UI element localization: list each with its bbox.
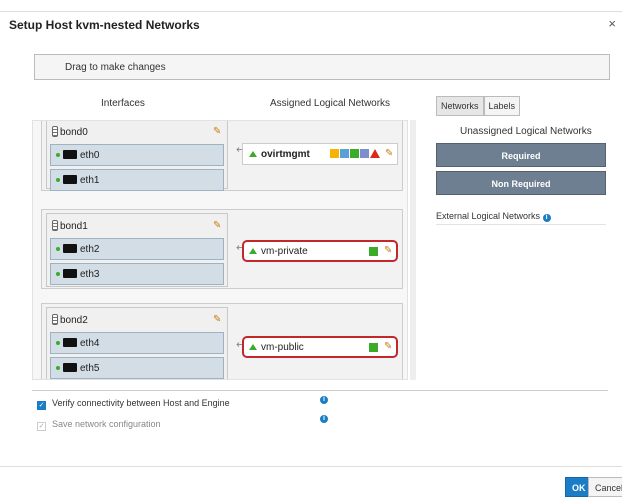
- nic-eth0[interactable]: eth0: [50, 144, 224, 166]
- nic-name: eth3: [80, 269, 100, 280]
- bond-bond2[interactable]: bond2 ✎ eth4 eth5: [46, 307, 228, 379]
- bond-bond0[interactable]: bond0 ✎ eth0 eth1: [46, 121, 228, 191]
- nic-eth5[interactable]: eth5: [50, 357, 224, 379]
- nic-name: eth5: [80, 363, 100, 374]
- migration-icon: [350, 149, 359, 158]
- link-up-icon: [56, 178, 60, 182]
- bond-header: bond1 ✎: [47, 214, 227, 238]
- network-name: vm-private: [261, 246, 308, 257]
- vm-icon: [369, 247, 378, 256]
- assigned-networks-header: Assigned Logical Networks: [270, 98, 391, 109]
- network-role-icons: [368, 343, 378, 352]
- external-networks-label: External Logical Networks: [436, 211, 541, 221]
- display-icon: [340, 149, 349, 158]
- bond-header: bond0 ✎: [47, 121, 227, 144]
- interface-group-bond0: bond0 ✎ eth0 eth1 ⟷ ovirtmgmt ✎: [41, 121, 403, 191]
- nic-port-icon: [63, 269, 77, 278]
- nic-port-icon: [63, 150, 77, 159]
- nic-eth1[interactable]: eth1: [50, 169, 224, 191]
- network-name: vm-public: [261, 342, 304, 353]
- interface-group-bond1: bond1 ✎ eth2 eth3 ⟷ vm-private ✎: [41, 209, 403, 289]
- nic-eth2[interactable]: eth2: [50, 238, 224, 260]
- bond-bond1[interactable]: bond1 ✎ eth2 eth3: [46, 213, 228, 287]
- nic-port-icon: [63, 338, 77, 347]
- interfaces-header: Interfaces: [101, 98, 145, 109]
- nic-port-icon: [63, 175, 77, 184]
- options-separator: [32, 390, 608, 391]
- gluster-icon: [360, 149, 369, 158]
- link-up-icon: [56, 366, 60, 370]
- vertical-scrollbar[interactable]: [410, 120, 416, 380]
- network-up-icon: [249, 151, 257, 157]
- nic-eth3[interactable]: eth3: [50, 263, 224, 285]
- edit-network-pencil-icon[interactable]: ✎: [385, 148, 393, 159]
- edit-network-pencil-icon[interactable]: ✎: [384, 341, 392, 352]
- bond-name: bond2: [60, 315, 88, 326]
- required-networks-bar[interactable]: Required: [436, 143, 606, 167]
- link-up-icon: [56, 153, 60, 157]
- nic-name: eth1: [80, 175, 100, 186]
- interface-group-bond2: bond2 ✎ eth4 eth5 ⟷ vm-public ✎: [41, 303, 403, 379]
- cancel-button[interactable]: Cancel: [588, 477, 622, 497]
- drag-hint-box: Drag to make changes: [34, 54, 610, 80]
- bond-header: bond2 ✎: [47, 308, 227, 332]
- network-name: ovirtmgmt: [261, 149, 310, 160]
- interfaces-scroll-area[interactable]: bond0 ✎ eth0 eth1 ⟷ ovirtmgmt ✎ bond1 ✎: [32, 120, 408, 380]
- right-panel-tabs: Networks Labels: [436, 96, 521, 116]
- nic-eth4[interactable]: eth4: [50, 332, 224, 354]
- network-role-icons: [368, 247, 378, 256]
- save-config-option: ✓ Save network configuration: [37, 419, 161, 431]
- dialog-title: Setup Host kvm-nested Networks: [9, 18, 200, 32]
- tab-labels[interactable]: Labels: [483, 96, 521, 116]
- bond-icon: [52, 126, 58, 137]
- bond-name: bond0: [60, 127, 88, 138]
- bond-icon: [52, 220, 58, 231]
- nic-port-icon: [63, 363, 77, 372]
- verify-info-icon[interactable]: i: [320, 396, 328, 404]
- vm-icon: [369, 343, 378, 352]
- edit-bond-pencil-icon[interactable]: ✎: [213, 314, 221, 325]
- warning-icon: [370, 149, 380, 158]
- save-config-checkbox: ✓: [37, 422, 46, 431]
- non-required-networks-bar[interactable]: Non Required: [436, 171, 606, 195]
- external-networks-title: External Logical Networks i: [436, 211, 551, 222]
- verify-connectivity-label: Verify connectivity between Host and Eng…: [52, 398, 230, 408]
- link-up-icon: [56, 272, 60, 276]
- close-icon[interactable]: ×: [608, 16, 616, 31]
- info-icon[interactable]: i: [542, 214, 551, 222]
- footer-divider: [0, 466, 622, 467]
- verify-connectivity-option[interactable]: ✓ Verify connectivity between Host and En…: [37, 398, 230, 410]
- verify-connectivity-checkbox[interactable]: ✓: [37, 401, 46, 410]
- network-role-icons: [329, 149, 380, 158]
- save-info-icon[interactable]: i: [320, 415, 328, 423]
- vm-icon: [330, 149, 339, 158]
- nic-port-icon: [63, 244, 77, 253]
- network-up-icon: [249, 248, 257, 254]
- network-ovirtmgmt[interactable]: ovirtmgmt ✎: [242, 143, 398, 165]
- save-config-label: Save network configuration: [52, 419, 161, 429]
- nic-name: eth0: [80, 150, 100, 161]
- network-vm-private[interactable]: vm-private ✎: [242, 240, 398, 262]
- network-vm-public[interactable]: vm-public ✎: [242, 336, 398, 358]
- bond-name: bond1: [60, 221, 88, 232]
- dialog-top-border: [0, 11, 622, 12]
- setup-networks-dialog: Setup Host kvm-nested Networks × Drag to…: [0, 0, 622, 503]
- bond-icon: [52, 314, 58, 325]
- edit-network-pencil-icon[interactable]: ✎: [384, 245, 392, 256]
- unassigned-networks-title: Unassigned Logical Networks: [460, 126, 592, 137]
- edit-bond-pencil-icon[interactable]: ✎: [213, 220, 221, 231]
- nic-name: eth4: [80, 338, 100, 349]
- network-up-icon: [249, 344, 257, 350]
- link-up-icon: [56, 341, 60, 345]
- edit-bond-pencil-icon[interactable]: ✎: [213, 126, 221, 137]
- tab-networks[interactable]: Networks: [436, 96, 484, 116]
- nic-name: eth2: [80, 244, 100, 255]
- link-up-icon: [56, 247, 60, 251]
- external-networks-divider: [436, 224, 606, 225]
